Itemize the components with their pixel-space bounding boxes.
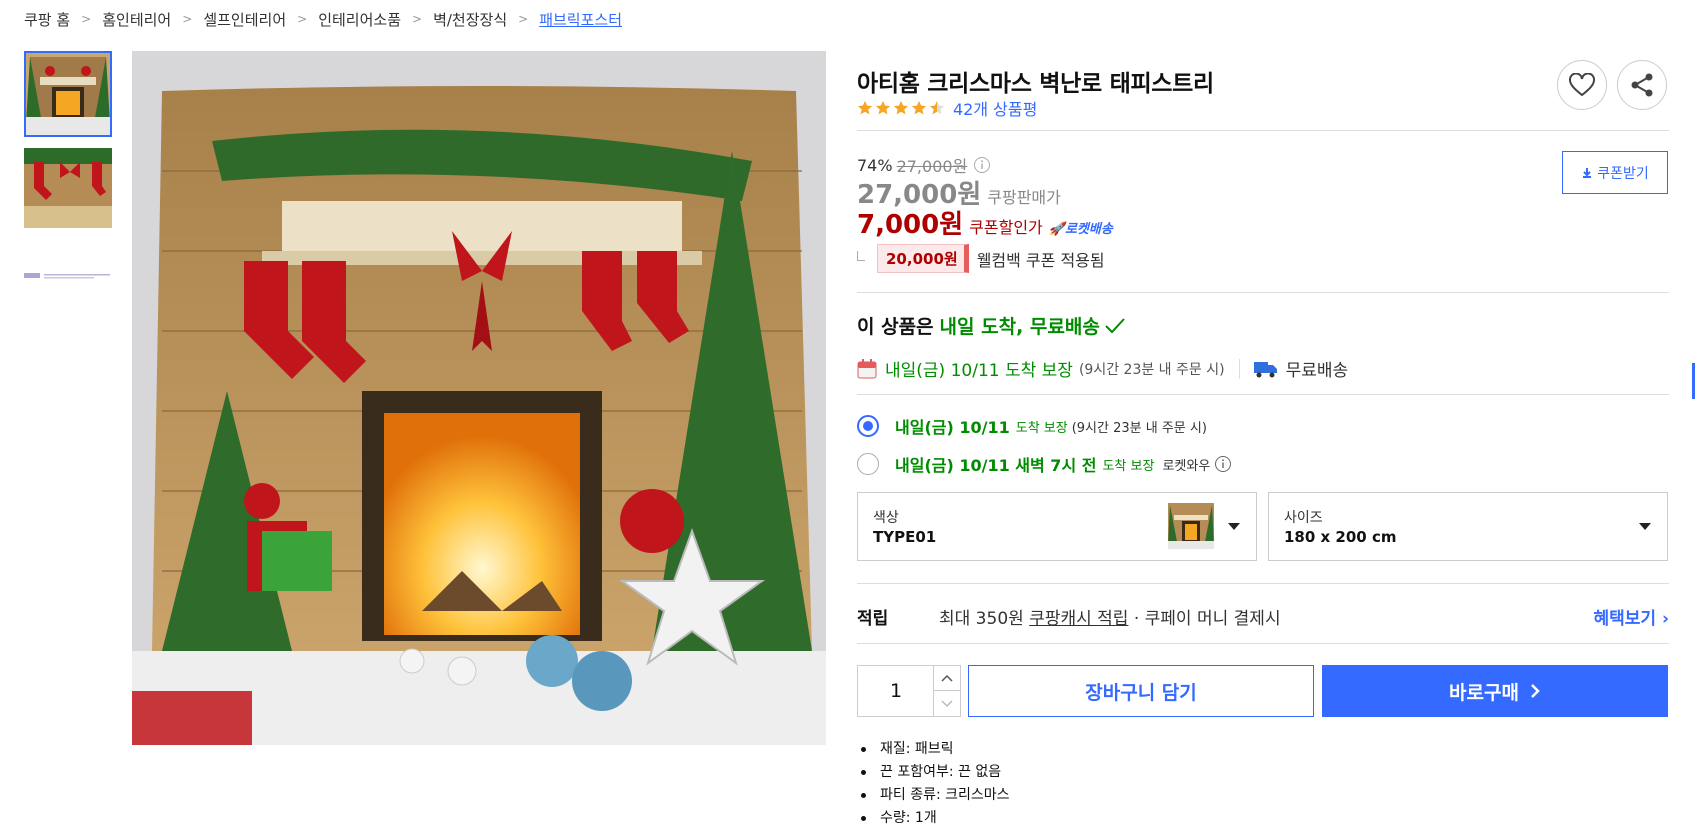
check-icon	[1105, 317, 1125, 333]
thumbnail-3[interactable]	[24, 271, 112, 281]
rocket-icon: 🚀	[1048, 222, 1065, 237]
color-swatch-image	[1168, 503, 1214, 549]
size-select-value: 180 x 200 cm	[1284, 528, 1397, 546]
arrival-headline: 이 상품은 내일 도착, 무료배송	[857, 312, 1126, 339]
quantity-input[interactable]: 1	[858, 666, 934, 716]
breadcrumb-home-interior[interactable]: 홈인테리어	[102, 9, 171, 30]
divider	[857, 643, 1669, 644]
thumbnail-fireplace-image	[26, 53, 110, 135]
welcome-coupon-text: 웰컴백 쿠폰 적용됨	[976, 250, 1105, 270]
star-icons	[857, 101, 945, 115]
welcome-coupon-amount: 20,000원	[877, 244, 969, 273]
coupang-cash-link[interactable]: 쿠팡캐시 적립	[1029, 609, 1128, 629]
delivery-option-2[interactable]: 내일(금) 10/11 새벽 7시 전 도착 보장 로켓와우	[857, 452, 1232, 476]
rating-row: 42개 상품평	[857, 96, 1037, 120]
radio-selected[interactable]	[857, 415, 879, 437]
chevron-up-icon	[941, 674, 953, 682]
thumbnail-size-chart-image	[24, 273, 110, 279]
product-title: 아티홈 크리스마스 벽난로 태피스트리	[857, 71, 1214, 97]
truck-icon	[1253, 361, 1277, 377]
chevron-right-icon: >	[518, 12, 529, 26]
breadcrumb-interior-props[interactable]: 인테리어소품	[318, 9, 401, 30]
chevron-down-icon	[1639, 523, 1651, 530]
color-select-value: TYPE01	[873, 528, 937, 546]
attribute-item: 재질: 패브릭	[857, 738, 1010, 761]
divider	[857, 130, 1669, 131]
color-select-label: 색상	[873, 510, 899, 526]
points-label: 적립	[857, 609, 889, 629]
chevron-right-icon: >	[81, 12, 92, 26]
get-coupon-button[interactable]: 쿠폰받기	[1562, 151, 1668, 194]
points-row: 적립 최대 350원 쿠팡캐시 적립 · 쿠페이 머니 결제시 혜택보기 ›	[857, 604, 1669, 629]
review-count-link[interactable]: 42개 상품평	[953, 96, 1037, 120]
delivery-note: (9시간 23분 내 주문 시)	[1078, 361, 1225, 378]
breadcrumb-wall-ceiling[interactable]: 벽/천장장식	[433, 9, 507, 30]
add-to-cart-button[interactable]: 장바구니 담기	[968, 665, 1314, 717]
quantity-decrease-button[interactable]	[933, 691, 960, 716]
divider	[857, 394, 1669, 395]
download-icon	[1583, 167, 1592, 178]
chevron-right-icon	[1531, 684, 1540, 698]
thumbnail-2[interactable]	[24, 148, 112, 228]
divider	[857, 583, 1669, 584]
share-icon	[1631, 73, 1653, 97]
size-select-label: 사이즈	[1284, 510, 1323, 526]
divider	[857, 292, 1669, 293]
wishlist-button[interactable]	[1557, 60, 1607, 110]
welcome-coupon-row: 20,000원 웰컴백 쿠폰 적용됨	[857, 244, 1105, 273]
color-select[interactable]: 색상 TYPE01	[857, 492, 1257, 561]
breadcrumb-self-interior[interactable]: 셀프인테리어	[203, 9, 286, 30]
breadcrumb-home[interactable]: 쿠팡 홈	[24, 9, 70, 30]
free-shipping-label: 무료배송	[1285, 361, 1349, 381]
product-attributes: 재질: 패브릭 끈 포함여부: 끈 없음 파티 종류: 크리스마스 수량: 1개	[857, 738, 1010, 830]
chevron-right-icon: >	[182, 12, 193, 26]
info-icon[interactable]	[973, 156, 991, 174]
breadcrumb-fabric-poster[interactable]: 패브릭포스터	[539, 9, 622, 30]
thumbnail-stockings-image	[24, 148, 112, 228]
coupon-price: 7,000원	[857, 210, 964, 240]
size-select[interactable]: 사이즈 180 x 200 cm	[1268, 492, 1668, 561]
rocket-delivery-badge: 🚀로켓배송	[1048, 222, 1113, 237]
coupon-price-label: 쿠폰할인가	[969, 218, 1043, 237]
buy-now-button[interactable]: 바로구매	[1322, 665, 1668, 717]
main-product-image[interactable]	[132, 51, 826, 745]
points-text: 최대 350원 쿠팡캐시 적립 · 쿠페이 머니 결제시	[939, 609, 1281, 629]
share-button[interactable]	[1617, 60, 1667, 110]
info-icon[interactable]	[1214, 455, 1232, 473]
radio-unselected[interactable]	[857, 453, 879, 475]
coupon-price-row: 7,000원 쿠폰할인가 🚀로켓배송	[857, 204, 1113, 241]
discount-rate: 74%	[857, 155, 893, 175]
delivery-option-1[interactable]: 내일(금) 10/11 도착 보장 (9시간 23분 내 주문 시)	[857, 414, 1207, 438]
chevron-down-icon	[941, 699, 953, 707]
heart-icon	[1569, 73, 1595, 97]
chevron-right-icon: >	[412, 12, 423, 26]
calendar-icon	[857, 358, 877, 378]
attribute-item: 끈 포함여부: 끈 없음	[857, 761, 1010, 784]
delivery-date: 내일(금) 10/11 도착 보장	[885, 361, 1073, 381]
shipping-row: 내일(금) 10/11 도착 보장 (9시간 23분 내 주문 시) 무료배송	[857, 356, 1348, 381]
rating-stars	[857, 100, 947, 116]
thumbnail-1[interactable]	[24, 51, 112, 137]
quantity-increase-button[interactable]	[933, 666, 960, 691]
breadcrumb: 쿠팡 홈 > 홈인테리어 > 셀프인테리어 > 인테리어소품 > 벽/천장장식 > 패브릭…	[24, 9, 622, 29]
view-benefits-link[interactable]: 혜택보기 ›	[1594, 604, 1670, 629]
fireplace-tapestry-image	[132, 51, 826, 745]
chevron-right-icon: >	[297, 12, 308, 26]
chevron-down-icon	[1228, 523, 1240, 530]
attribute-item: 파티 종류: 크리스마스	[857, 784, 1010, 807]
chevron-right-icon: ›	[1661, 609, 1669, 629]
attribute-item: 수량: 1개	[857, 807, 1010, 830]
quantity-stepper[interactable]: 1	[857, 665, 961, 717]
